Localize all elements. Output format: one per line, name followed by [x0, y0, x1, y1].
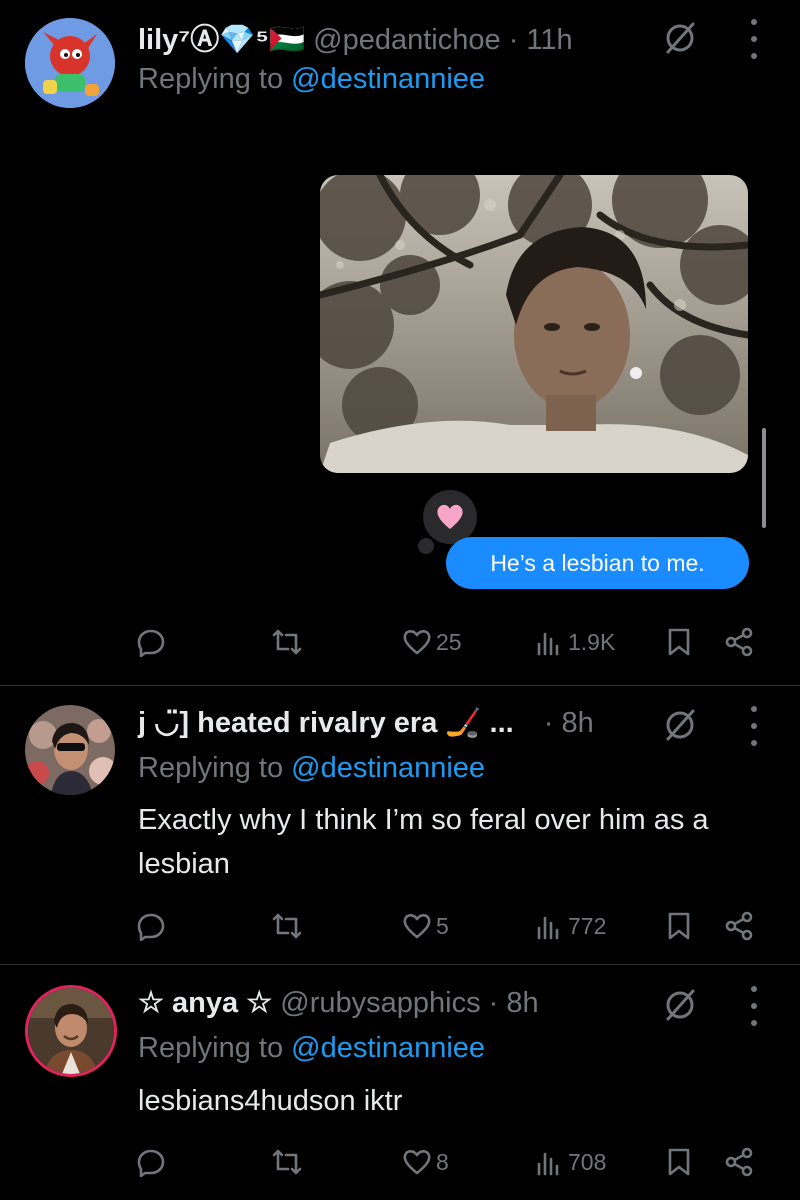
share-button[interactable]: [724, 1142, 754, 1182]
view-count: 772: [568, 912, 607, 939]
retweet-icon: [272, 913, 302, 939]
tweet-text: Exactly why I think I’m so feral over hi…: [138, 804, 709, 880]
views-button[interactable]: 708: [534, 1142, 606, 1182]
share-button[interactable]: [724, 906, 754, 946]
replying-prefix: Replying to: [138, 1032, 284, 1064]
like-button[interactable]: 5: [402, 906, 449, 946]
share-icon: [725, 911, 753, 941]
retweet-icon: [272, 1149, 302, 1175]
tweet-1[interactable]: lily⁷Ⓐ💎⁵🇵🇸 @pedantichoe · 11h Replying t…: [0, 0, 800, 685]
timestamp[interactable]: · 8h: [489, 987, 539, 1019]
view-count: 708: [568, 1148, 607, 1175]
grok-icon[interactable]: [660, 18, 700, 58]
like-count: 5: [436, 912, 449, 939]
message-reaction: [423, 490, 477, 544]
bookmark-icon: [668, 912, 690, 940]
like-count: 25: [436, 628, 462, 655]
more-icon[interactable]: [748, 19, 760, 59]
tweet-actions: 8 708: [0, 1142, 800, 1182]
views-icon: [537, 1152, 559, 1176]
timestamp[interactable]: · 8h: [544, 707, 594, 739]
retweet-icon: [272, 629, 302, 655]
like-icon: [403, 914, 431, 939]
replying-prefix: Replying to: [138, 63, 284, 95]
avatar[interactable]: [25, 985, 117, 1077]
replying-to-link[interactable]: @destinanniee: [291, 752, 485, 784]
tweet-actions: 25 1.9K: [0, 622, 800, 662]
image-scrollbar: [762, 428, 766, 528]
tweet-text: lesbians4hudson iktr: [138, 1085, 403, 1117]
views-icon: [537, 632, 559, 656]
bookmark-button[interactable]: [664, 1142, 694, 1182]
share-icon: [725, 627, 753, 657]
replying-to-line: Replying to @destinanniee: [138, 1032, 485, 1065]
tweet-image[interactable]: [320, 175, 748, 473]
grok-icon[interactable]: [660, 705, 700, 745]
avatar-image: [25, 705, 115, 795]
replying-to-line: Replying to @destinanniee: [138, 63, 485, 96]
tweet-header: ☆ anya ☆ @rubysapphics · 8h: [138, 985, 539, 1020]
timestamp[interactable]: · 11h: [509, 24, 573, 56]
share-icon: [725, 1147, 753, 1177]
view-count: 1.9K: [568, 628, 616, 655]
display-name[interactable]: ☆ anya ☆: [138, 987, 272, 1019]
retweet-button[interactable]: [272, 906, 306, 946]
like-count: 8: [436, 1148, 449, 1175]
more-icon[interactable]: [748, 706, 760, 746]
views-icon: [537, 916, 559, 940]
tweet-header: j ◡̈] heated rivalry era 🏒 ... · 8h: [138, 705, 594, 740]
like-icon: [403, 1150, 431, 1175]
tweet-2[interactable]: j ◡̈] heated rivalry era 🏒 ... · 8h Repl…: [0, 686, 800, 964]
bookmark-button[interactable]: [664, 906, 694, 946]
reply-icon: [137, 629, 165, 657]
tweet-3[interactable]: ☆ anya ☆ @rubysapphics · 8h Replying to …: [0, 965, 800, 1200]
retweet-button[interactable]: [272, 1142, 306, 1182]
more-icon[interactable]: [748, 986, 760, 1026]
reaction-tail: [418, 538, 434, 554]
reply-button[interactable]: [136, 1142, 170, 1182]
avatar-image: [28, 988, 114, 1074]
like-button[interactable]: 8: [402, 1142, 449, 1182]
display-name[interactable]: j ◡̈] heated rivalry era 🏒 ...: [138, 707, 514, 739]
handle[interactable]: @rubysapphics: [280, 987, 480, 1019]
display-name[interactable]: lily⁷Ⓐ💎⁵🇵🇸: [138, 24, 305, 56]
photo-selfie-under-tree: [320, 175, 748, 473]
grok-icon[interactable]: [660, 985, 700, 1025]
avatar-image: [25, 18, 115, 108]
reply-icon: [137, 1149, 165, 1177]
tweet-header: lily⁷Ⓐ💎⁵🇵🇸 @pedantichoe · 11h: [138, 16, 573, 58]
like-icon: [403, 630, 431, 655]
bookmark-icon: [668, 1148, 690, 1176]
replying-to-link[interactable]: @destinanniee: [291, 1032, 485, 1064]
handle[interactable]: @pedantichoe: [313, 24, 500, 56]
like-button[interactable]: 25: [402, 622, 462, 662]
bookmark-button[interactable]: [664, 622, 694, 662]
avatar[interactable]: [25, 705, 115, 795]
views-button[interactable]: 1.9K: [534, 622, 615, 662]
replying-to-link[interactable]: @destinanniee: [291, 63, 485, 95]
replying-to-line: Replying to @destinanniee: [138, 752, 485, 785]
bookmark-icon: [668, 628, 690, 656]
replying-prefix: Replying to: [138, 752, 284, 784]
views-button[interactable]: 772: [534, 906, 606, 946]
heart-reaction-icon: [437, 504, 463, 529]
tweet-actions: 5 772: [0, 906, 800, 946]
avatar[interactable]: [25, 18, 115, 108]
reply-icon: [137, 913, 165, 941]
reply-button[interactable]: [136, 622, 170, 662]
share-button[interactable]: [724, 622, 754, 662]
reply-button[interactable]: [136, 906, 170, 946]
retweet-button[interactable]: [272, 622, 306, 662]
message-bubble: He’s a lesbian to me.: [446, 537, 749, 589]
